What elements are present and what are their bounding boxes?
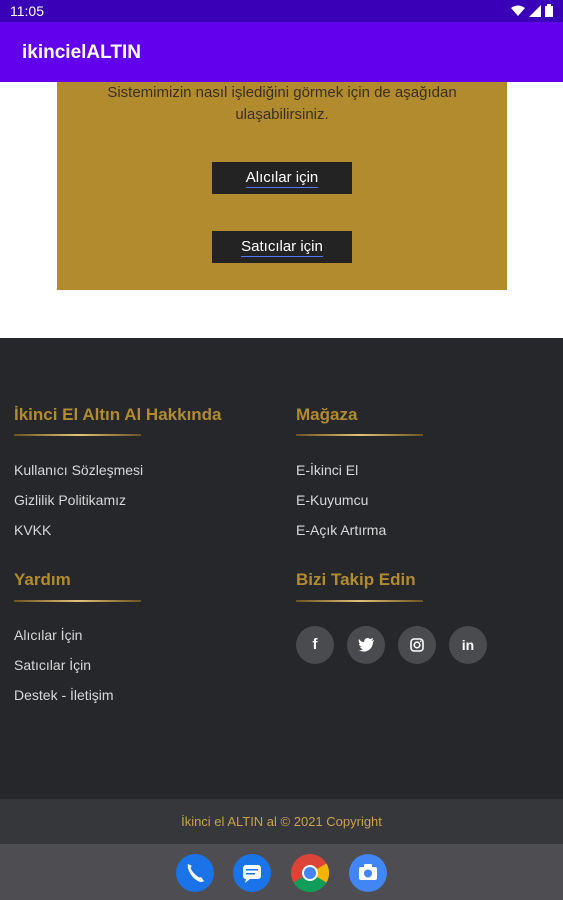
- camera-icon[interactable]: [349, 854, 387, 892]
- battery-icon: [545, 4, 553, 17]
- follow-section-title: Bizi Takip Edin: [296, 570, 416, 589]
- footer-link-e-auction[interactable]: E-Açık Artırma: [296, 522, 386, 538]
- footer-link-for-buyers[interactable]: Alıcılar İçin: [14, 627, 82, 643]
- footer-link-for-sellers[interactable]: Satıcılar İçin: [14, 657, 91, 673]
- sellers-button-label: Satıcılar için: [241, 238, 323, 257]
- status-icons: [511, 4, 553, 17]
- footer-link-support-contact[interactable]: Destek - İletişim: [14, 687, 114, 703]
- wifi-icon: [511, 5, 525, 16]
- signal-icon: [529, 4, 541, 17]
- instagram-icon[interactable]: [398, 626, 436, 664]
- footer: İkinci El Altın Al Hakkında Kullanıcı Sö…: [0, 338, 563, 799]
- buyers-button[interactable]: Alıcılar için: [212, 162, 352, 194]
- help-section-title: Yardım: [14, 570, 71, 589]
- store-section-title: Mağaza: [296, 405, 358, 424]
- footer-link-e-second-hand[interactable]: E-İkinci El: [296, 462, 358, 478]
- about-section-divider: [14, 434, 141, 436]
- messages-icon[interactable]: [233, 854, 271, 892]
- footer-link-kvkk[interactable]: KVKK: [14, 522, 51, 538]
- how-it-works-description: Sistemimizin nasıl işlediğini görmek içi…: [107, 84, 457, 123]
- copyright-text: İkinci el ALTIN al © 2021 Copyright: [181, 814, 382, 829]
- footer-link-privacy-policy[interactable]: Gizlilik Politikamız: [14, 492, 126, 508]
- footer-link-e-jeweler[interactable]: E-Kuyumcu: [296, 492, 368, 508]
- how-it-works-panel: Sistemimizin nasıl işlediğini görmek içi…: [57, 82, 507, 290]
- footer-link-user-agreement[interactable]: Kullanıcı Sözleşmesi: [14, 462, 143, 478]
- status-bar: 11:05: [0, 0, 563, 22]
- buyers-button-label: Alıcılar için: [245, 169, 319, 188]
- app-title: ikincielALTIN: [22, 42, 141, 63]
- facebook-icon[interactable]: f: [296, 626, 334, 664]
- chrome-icon[interactable]: [291, 854, 330, 893]
- sellers-button[interactable]: Satıcılar için: [212, 231, 352, 263]
- store-section-divider: [296, 434, 423, 436]
- phone-icon[interactable]: [176, 854, 214, 892]
- linkedin-icon[interactable]: in: [449, 626, 487, 664]
- help-section-divider: [14, 600, 141, 602]
- about-section-title: İkinci El Altın Al Hakkında: [14, 405, 222, 424]
- app-bar: ikincielALTIN: [0, 22, 563, 82]
- status-time: 11:05: [10, 3, 44, 19]
- dock-bar: [0, 844, 563, 900]
- follow-section-divider: [296, 600, 423, 602]
- twitter-icon[interactable]: [347, 626, 385, 664]
- copyright-bar: İkinci el ALTIN al © 2021 Copyright: [0, 799, 563, 844]
